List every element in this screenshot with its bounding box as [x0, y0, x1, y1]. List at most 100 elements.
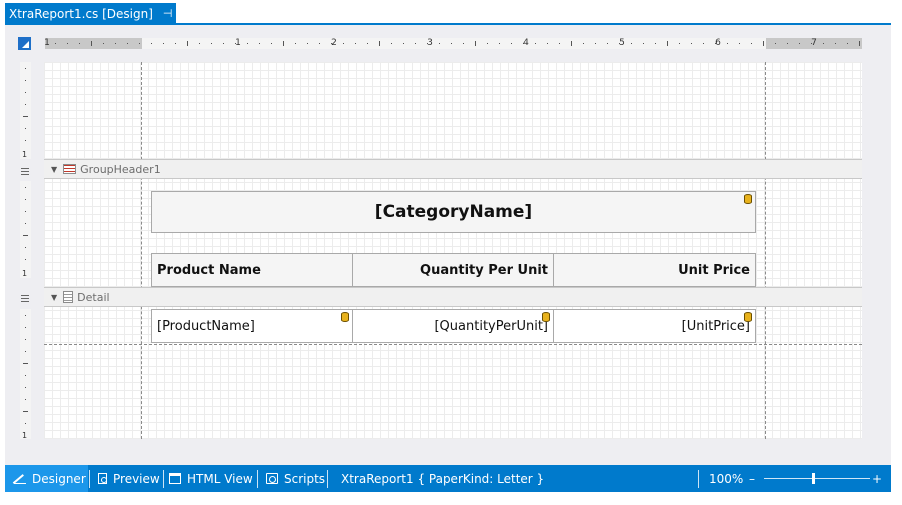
document-tab-title: XtraReport1.cs [Design] — [9, 6, 153, 21]
vertical-ruler-group-header: 1 — [20, 181, 31, 278]
ruler-tick — [271, 43, 272, 44]
designer-tab[interactable]: Designer — [5, 465, 88, 492]
ruler-corner-button[interactable] — [18, 37, 31, 50]
category-name-text: [CategoryName] — [374, 202, 533, 222]
ruler-label: 7 — [811, 38, 817, 48]
header-product-name[interactable]: Product Name — [151, 253, 353, 287]
ruler-tick — [607, 43, 608, 44]
ruler-tick — [23, 411, 28, 412]
ruler-tick — [823, 43, 824, 44]
ruler-tick — [25, 375, 26, 376]
group-header-band-icon — [63, 164, 77, 174]
zoom-level: 100% — [709, 465, 743, 492]
ruler-label: 2 — [331, 38, 337, 48]
report-info-text: XtraReport1 { PaperKind: Letter } — [341, 471, 545, 486]
horizontal-ruler: 1 1 2 3 4 5 6 7 — [44, 38, 862, 49]
database-icon — [744, 312, 752, 322]
ruler-label: 6 — [715, 38, 721, 48]
ruler-tick — [23, 363, 28, 364]
vertical-ruler-detail: 1 — [20, 309, 31, 440]
ruler-tick — [23, 235, 28, 236]
ruler-tick — [679, 43, 680, 44]
left-margin-line — [141, 62, 142, 439]
band-resize-grip[interactable] — [20, 166, 31, 178]
html-view-tab[interactable]: HTML View — [169, 465, 253, 492]
ruler-tick — [703, 43, 704, 44]
ruler-tick — [175, 43, 176, 44]
header-quantity-per-unit[interactable]: Quantity Per Unit — [352, 253, 554, 287]
ruler-tick — [691, 43, 692, 44]
ruler-tick — [847, 43, 848, 44]
ruler-tick — [535, 43, 536, 44]
ruler-tick — [367, 43, 368, 44]
detail-label: Detail — [77, 290, 110, 304]
ruler-tick — [25, 223, 26, 224]
ruler-tick — [403, 43, 404, 44]
collapse-arrow-icon[interactable]: ▼ — [51, 165, 57, 174]
ruler-tick — [511, 43, 512, 44]
band-resize-grip[interactable] — [20, 293, 31, 305]
pin-icon[interactable]: ⊣ — [163, 7, 173, 20]
ruler-label: 1 — [44, 38, 50, 48]
zoom-slider-track[interactable] — [764, 478, 870, 479]
ruler-tick — [25, 351, 26, 352]
ruler-tick — [127, 43, 128, 44]
zoom-out-icon: – — [749, 471, 755, 486]
field-quantity-per-unit[interactable]: [QuantityPerUnit] — [352, 309, 554, 343]
ruler-tick — [25, 199, 26, 200]
ruler-tick — [739, 43, 740, 44]
zoom-out-button[interactable]: – — [749, 465, 755, 492]
preview-tab[interactable]: Preview — [98, 465, 160, 492]
ruler-label: 1 — [22, 269, 28, 278]
ruler-tick — [655, 43, 656, 44]
report-design-surface[interactable]: ▼ GroupHeader1 [CategoryName] Product Na… — [44, 62, 862, 439]
ruler-tick — [151, 43, 152, 44]
ruler-tick — [799, 43, 800, 44]
ruler-tick — [25, 247, 26, 248]
ruler-tick — [475, 41, 476, 46]
ruler-tick — [595, 43, 596, 44]
ruler-label: 4 — [523, 38, 529, 48]
design-workspace: 1 1 2 3 4 5 6 7 1 1 1 ▼ GroupHeader1 [Ca… — [5, 25, 891, 465]
detail-band[interactable]: ▼ Detail — [44, 287, 862, 307]
scripts-tab[interactable]: Scripts — [266, 465, 325, 492]
database-icon — [542, 312, 550, 322]
ruler-tick — [25, 68, 26, 69]
group-header-label: GroupHeader1 — [80, 162, 161, 176]
ruler-label: 5 — [619, 38, 625, 48]
ruler-tick — [55, 43, 56, 44]
ruler-tick — [727, 43, 728, 44]
zoom-in-button[interactable]: + — [872, 465, 882, 492]
status-separator — [327, 470, 328, 488]
report-info: XtraReport1 { PaperKind: Letter } — [341, 465, 544, 492]
zoom-slider-thumb[interactable] — [812, 473, 815, 484]
ruler-tick — [25, 140, 26, 141]
ruler-tick — [25, 128, 26, 129]
close-icon[interactable]: ✕ — [185, 6, 196, 21]
ruler-tick — [25, 80, 26, 81]
ruler-tick — [631, 43, 632, 44]
document-tab[interactable]: XtraReport1.cs [Design] ⊣ ✕ — [5, 3, 195, 24]
collapse-arrow-icon[interactable]: ▼ — [51, 293, 57, 302]
ruler-tick — [247, 43, 248, 44]
right-margin-line — [765, 62, 766, 439]
vertical-ruler-top-margin: 1 — [20, 62, 31, 159]
field-unit-price[interactable]: [UnitPrice] — [553, 309, 756, 343]
category-name-field[interactable]: [CategoryName] — [151, 191, 756, 233]
ruler-tick — [283, 41, 284, 46]
ruler-tick — [451, 43, 452, 44]
header-unit-price-text: Unit Price — [678, 262, 750, 278]
ruler-tick — [307, 43, 308, 44]
bottom-margin-line — [44, 344, 862, 345]
ruler-label: 1 — [22, 431, 28, 440]
scripts-icon — [266, 473, 278, 484]
ruler-tick — [343, 43, 344, 44]
group-header-band[interactable]: ▼ GroupHeader1 — [44, 159, 862, 179]
designer-tab-label: Designer — [32, 471, 86, 486]
ruler-tick — [499, 43, 500, 44]
ruler-tick — [547, 43, 548, 44]
header-unit-price[interactable]: Unit Price — [553, 253, 756, 287]
ruler-tick — [25, 327, 26, 328]
field-product-name[interactable]: [ProductName] — [151, 309, 353, 343]
zoom-level-text: 100% — [709, 471, 744, 486]
